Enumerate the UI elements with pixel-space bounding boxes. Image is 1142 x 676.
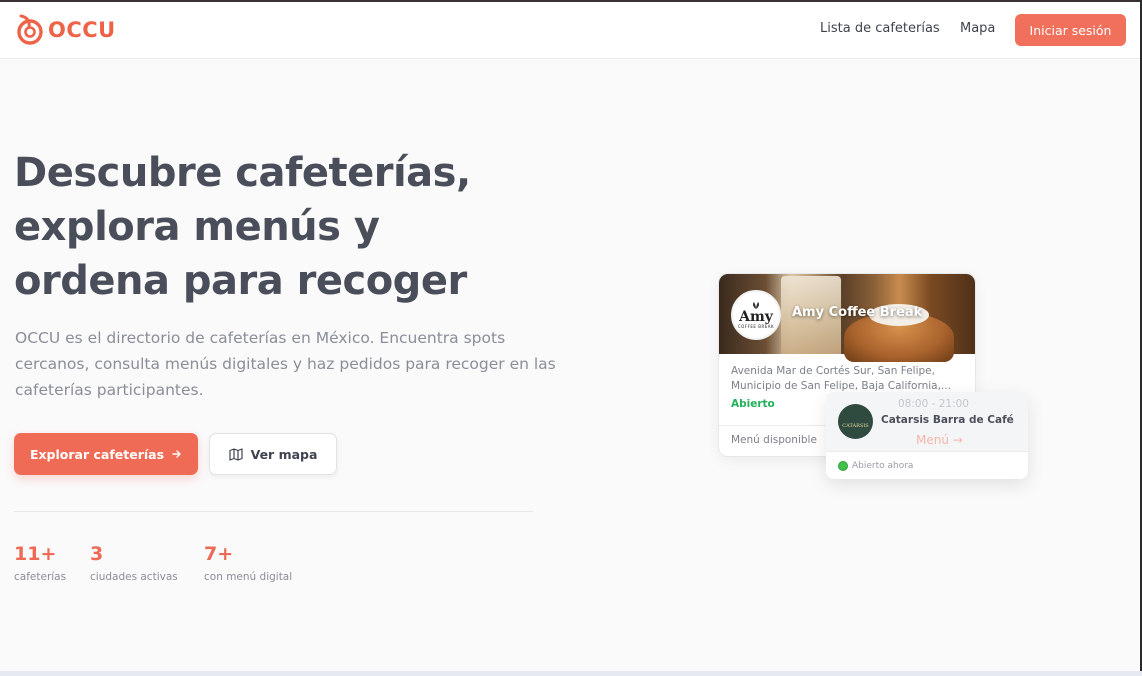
explore-cafes-button[interactable]: Explorar cafeterías [14, 433, 198, 475]
menu-available-label: Menú disponible [731, 434, 817, 446]
cafe-hours: 08:00 - 21:00 [898, 398, 969, 410]
top-navbar: OCCU Lista de cafeterías Mapa Iniciar se… [0, 2, 1140, 59]
cafe-logo-text: Amy [739, 309, 773, 325]
menu-link[interactable]: Menú → [916, 433, 963, 447]
cafe-logo-amy: Amy COFFEE BREAK [731, 290, 781, 340]
stat-digital-menu: 7+ con menú digital [204, 542, 292, 583]
hero-title-line-1: Descubre cafeterías, [14, 150, 471, 196]
stat-digital-menu-value: 7+ [204, 543, 234, 565]
explore-cafes-label: Explorar cafeterías [29, 446, 165, 462]
cafe-logo-subtext: COFFEE BREAK [737, 324, 775, 329]
stat-cafes-value: 11+ [14, 543, 57, 565]
nav-link-map[interactable]: Mapa [960, 21, 995, 36]
cafe-open-status: Abierto ahora [852, 460, 914, 471]
login-button[interactable]: Iniciar sesión [1015, 14, 1126, 46]
cafe-status-bar: Abierto ahora [826, 451, 1028, 479]
stats-divider [14, 511, 533, 512]
hero-description: OCCU es el directorio de cafeterías en M… [15, 329, 556, 399]
arrow-right-icon [172, 450, 181, 458]
cafe-logo-text: CATARSIS [842, 423, 869, 429]
occu-logo-icon [17, 14, 43, 45]
view-map-button[interactable]: Ver mapa [209, 433, 337, 475]
hero-title-line-3: ordena para recoger [14, 258, 467, 304]
stat-cities: 3 ciudades activas [90, 542, 178, 583]
cafe-name: Amy Coffee Break [792, 305, 923, 320]
view-map-label: Ver mapa [250, 446, 318, 462]
cafe-name: Catarsis Barra de Café [881, 414, 1014, 426]
stat-cities-value: 3 [90, 543, 104, 565]
cafe-logo-catarsis: CATARSIS [838, 404, 873, 439]
page-bottom-strip [0, 671, 1142, 676]
hero-title-line-2: explora menús y [14, 204, 380, 250]
stat-cities-label: ciudades activas [90, 571, 178, 583]
stat-cafes: 11+ cafeterías [14, 542, 66, 583]
cafe-address: Avenida Mar de Cortés Sur, San Felipe, M… [731, 365, 951, 392]
brand-name: OCCU [48, 18, 116, 42]
cafe-open-status: Abierto [731, 398, 775, 410]
map-icon [228, 447, 243, 461]
cafe-card-catarsis[interactable]: 08:00 - 21:00 CATARSIS Catarsis Barra de… [826, 392, 1028, 479]
nav-link-cafe-list[interactable]: Lista de cafeterías [820, 21, 940, 36]
stat-cafes-label: cafeterías [14, 571, 67, 583]
stat-digital-menu-label: con menú digital [204, 571, 293, 583]
open-status-dot-icon [838, 460, 848, 471]
hero-title: Descubre cafeterías, explora menús y ord… [14, 146, 574, 308]
brand-logo[interactable]: OCCU [15, 13, 116, 47]
